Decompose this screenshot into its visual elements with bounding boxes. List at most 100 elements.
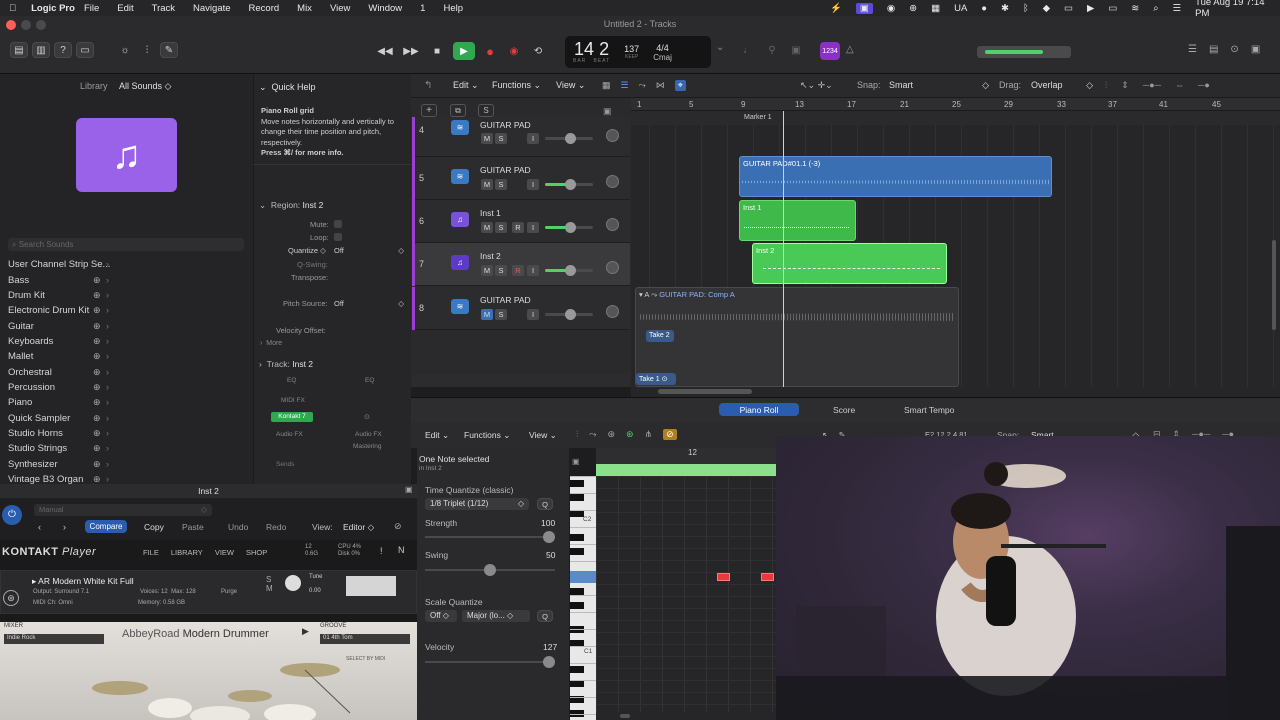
lcd-signature[interactable]: 4/4 Cmaj xyxy=(653,43,672,62)
piano-key-black[interactable] xyxy=(570,534,584,541)
add-icon[interactable]: ⊕ xyxy=(93,382,101,393)
track-record-button[interactable]: R xyxy=(512,222,524,233)
track-solo-button[interactable]: S xyxy=(495,222,507,233)
solo-icon[interactable]: ⚲ xyxy=(764,42,780,58)
menu-record[interactable]: Record xyxy=(249,3,280,14)
pr-collapse-icon[interactable]: ⋔ xyxy=(645,429,653,440)
track-pan-knob[interactable] xyxy=(606,129,619,142)
pr-midi-out-icon[interactable]: ⊛ xyxy=(626,429,634,440)
pr-edit-menu[interactable]: Edit ⌄ xyxy=(425,430,449,441)
arrange-vscroll[interactable] xyxy=(1272,240,1276,330)
library-item[interactable]: Orchestral xyxy=(8,367,52,378)
stop-icon[interactable]: ■ xyxy=(427,43,447,59)
paste-button[interactable]: Paste xyxy=(182,522,204,532)
hzoom-slider[interactable]: ─● xyxy=(1198,80,1210,91)
piano-key-black[interactable] xyxy=(570,666,584,673)
tab-piano-roll[interactable]: Piano Roll xyxy=(719,403,799,416)
tracks-edit-menu[interactable]: Edit ⌄ xyxy=(453,80,479,91)
menu-file[interactable]: File xyxy=(84,3,99,14)
midi-fx-slot[interactable]: MIDI FX xyxy=(281,397,305,404)
library-item[interactable]: Synthesizer xyxy=(8,459,58,470)
track-pan-knob[interactable] xyxy=(606,218,619,231)
kontakt-warning-icon[interactable]: ! xyxy=(380,546,383,556)
waveform-zoom-icon[interactable]: ⫶ xyxy=(1105,80,1107,91)
list-editor-icon[interactable]: ☰ xyxy=(1188,44,1197,55)
add-icon[interactable]: ⊕ xyxy=(93,413,101,424)
status-icon[interactable]: ● xyxy=(981,3,987,14)
drag-dropdown[interactable]: Overlap ◇ xyxy=(1031,80,1093,91)
menu-edit[interactable]: Edit xyxy=(117,3,133,14)
control-center-icon[interactable]: ☰ xyxy=(1173,3,1182,14)
menu-navigate[interactable]: Navigate xyxy=(193,3,231,14)
mixer-preset-dropdown[interactable]: Indie Rock xyxy=(4,634,104,644)
region-inst-2[interactable]: Inst 2 xyxy=(752,243,947,284)
play-icon[interactable]: ▶ xyxy=(453,42,475,60)
track-name[interactable]: Inst 2 xyxy=(480,251,501,261)
notepad-icon[interactable]: ▤ xyxy=(1209,44,1218,55)
track-volume-slider[interactable] xyxy=(545,133,593,144)
track-input-monitor-button[interactable]: I xyxy=(527,265,539,276)
mute-checkbox[interactable] xyxy=(334,220,342,228)
pr-quantize-icon[interactable]: ⫶ xyxy=(576,429,578,440)
kontakt-purge[interactable]: Purge xyxy=(221,589,237,595)
kontakt-file-menu[interactable]: FILE xyxy=(143,548,159,557)
drum-kit-image[interactable] xyxy=(60,658,380,720)
tracks-functions-menu[interactable]: Functions ⌄ xyxy=(492,80,541,91)
plugin-view-dropdown[interactable]: Editor ◇ xyxy=(343,522,374,533)
quick-help-header[interactable]: ⌄ Quick Help xyxy=(259,82,316,93)
pointer-tool-icon[interactable]: ↖⌄ ✛⌄ xyxy=(800,80,833,91)
track-mute-button[interactable]: M xyxy=(481,179,493,190)
status-icon[interactable]: ◆ xyxy=(1043,3,1050,14)
midi-note[interactable] xyxy=(717,573,730,581)
mastering-slot[interactable]: Mastering xyxy=(353,443,382,450)
add-icon[interactable]: ⊕ xyxy=(93,443,101,454)
take-1-label[interactable]: Take 1 ⊙ xyxy=(636,373,676,385)
menu-track[interactable]: Track xyxy=(152,3,175,14)
swing-slider[interactable] xyxy=(425,564,555,576)
pr-functions-menu[interactable]: Functions ⌄ xyxy=(464,430,510,441)
time-quantize-button[interactable]: Q xyxy=(537,498,553,510)
library-item[interactable]: Percussion xyxy=(8,382,55,393)
duplicate-track-icon[interactable]: ⧉ xyxy=(450,104,466,117)
piano-key-black[interactable] xyxy=(570,548,584,555)
scale-quantize-dropdown[interactable]: Major (lo... ◇ xyxy=(462,610,530,622)
search-icon[interactable]: ⌕ xyxy=(1153,3,1158,14)
vertical-zoom-icon[interactable]: ⇕ xyxy=(1121,80,1129,91)
menu-1[interactable]: 1 xyxy=(420,3,425,14)
status-icon[interactable]: ▭ xyxy=(1064,3,1073,14)
menu-mix[interactable]: Mix xyxy=(297,3,312,14)
menu-app-name[interactable]: Logic Pro xyxy=(31,3,75,14)
audio-track-icon[interactable]: ≋ xyxy=(451,299,469,314)
more-toggle[interactable]: › More xyxy=(260,340,282,347)
play-status-icon[interactable]: ▶ xyxy=(1087,3,1094,14)
battery-icon[interactable]: ▭ xyxy=(1108,3,1117,14)
plugin-link-icon[interactable]: ⊘ xyxy=(394,521,402,532)
rewind-icon[interactable]: ◀◀ xyxy=(375,43,395,59)
cycle-icon[interactable]: ⟲ xyxy=(529,43,547,59)
track-header-settings-icon[interactable]: ▣ xyxy=(603,106,612,117)
status-icon[interactable]: ▦ xyxy=(931,3,940,14)
add-icon[interactable]: ⊕ xyxy=(93,336,101,347)
list-view-icon[interactable]: ☰ xyxy=(621,80,629,91)
tuner-icon[interactable]: ♩ xyxy=(740,42,756,58)
library-item[interactable]: Piano xyxy=(8,397,32,408)
track-pan-knob[interactable] xyxy=(606,261,619,274)
mixer-icon[interactable]: ⫶ xyxy=(138,42,156,58)
track-solo-button[interactable]: S xyxy=(495,265,507,276)
metronome-icon[interactable]: △ xyxy=(846,44,854,55)
track-pan-knob[interactable] xyxy=(606,175,619,188)
scale-quantize-button[interactable]: Q xyxy=(537,610,553,622)
track-input-monitor-button[interactable]: I xyxy=(527,222,539,233)
track-volume-slider[interactable] xyxy=(545,309,593,320)
track-solo-button[interactable]: S xyxy=(495,133,507,144)
piano-key-black[interactable] xyxy=(570,680,584,687)
menu-help[interactable]: Help xyxy=(443,3,463,14)
plugin-preset-dropdown[interactable]: Manual ◇ xyxy=(34,504,212,516)
kontakt-plugin-slot[interactable]: Kontakt 7 xyxy=(271,412,313,422)
tab-score[interactable]: Score xyxy=(833,405,855,415)
track-volume-slider[interactable] xyxy=(545,179,593,190)
tab-smart-tempo[interactable]: Smart Tempo xyxy=(904,405,954,415)
lcd-mode-button[interactable]: 1234 xyxy=(820,42,840,60)
audio-track-icon[interactable]: ≋ xyxy=(451,169,469,184)
take-2-label[interactable]: Take 2 xyxy=(646,330,674,342)
